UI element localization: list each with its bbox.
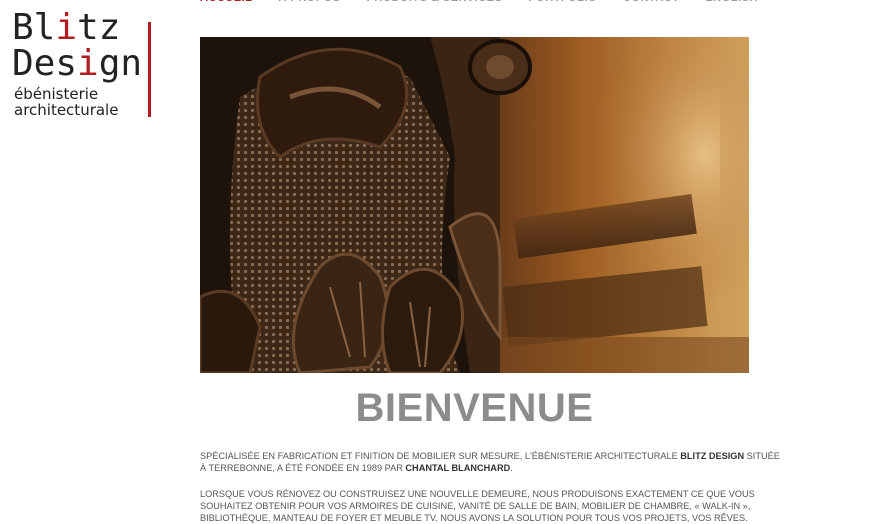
services-paragraph: Lorsque vous rénovez ou construisez une … [200,489,755,523]
page-title: BIENVENUE [355,386,594,430]
nav-portfolio[interactable]: PORTFOLIO [528,0,597,8]
nav-accueil[interactable]: ACCUEIL [200,0,252,8]
nav-produits-services[interactable]: PRODUITS & SERVICES [366,0,502,8]
logo[interactable]: Blitz Design ébénisterie architecturale [12,10,157,122]
nav-contact[interactable]: CONTACT [623,0,679,8]
logo-word-blitz: Blitz [12,7,121,48]
intro-paragraph: Spécialisée en fabrication et finition d… [200,451,780,473]
logo-tagline-2: architecturale [14,101,119,119]
logo-tagline-1: ébénisterie [14,85,99,103]
main-nav: ACCUEIL À PROPOS PRODUITS & SERVICES POR… [200,0,784,8]
logo-word-design: Design [12,43,143,84]
nav-a-propos[interactable]: À PROPOS [278,0,340,8]
founder-name: Chantal Blanchard [405,463,511,473]
brand-name: Blitz Design [680,451,745,461]
nav-english[interactable]: ENGLISH [705,0,757,8]
hero-image [200,37,749,373]
logo-divider [148,22,151,117]
